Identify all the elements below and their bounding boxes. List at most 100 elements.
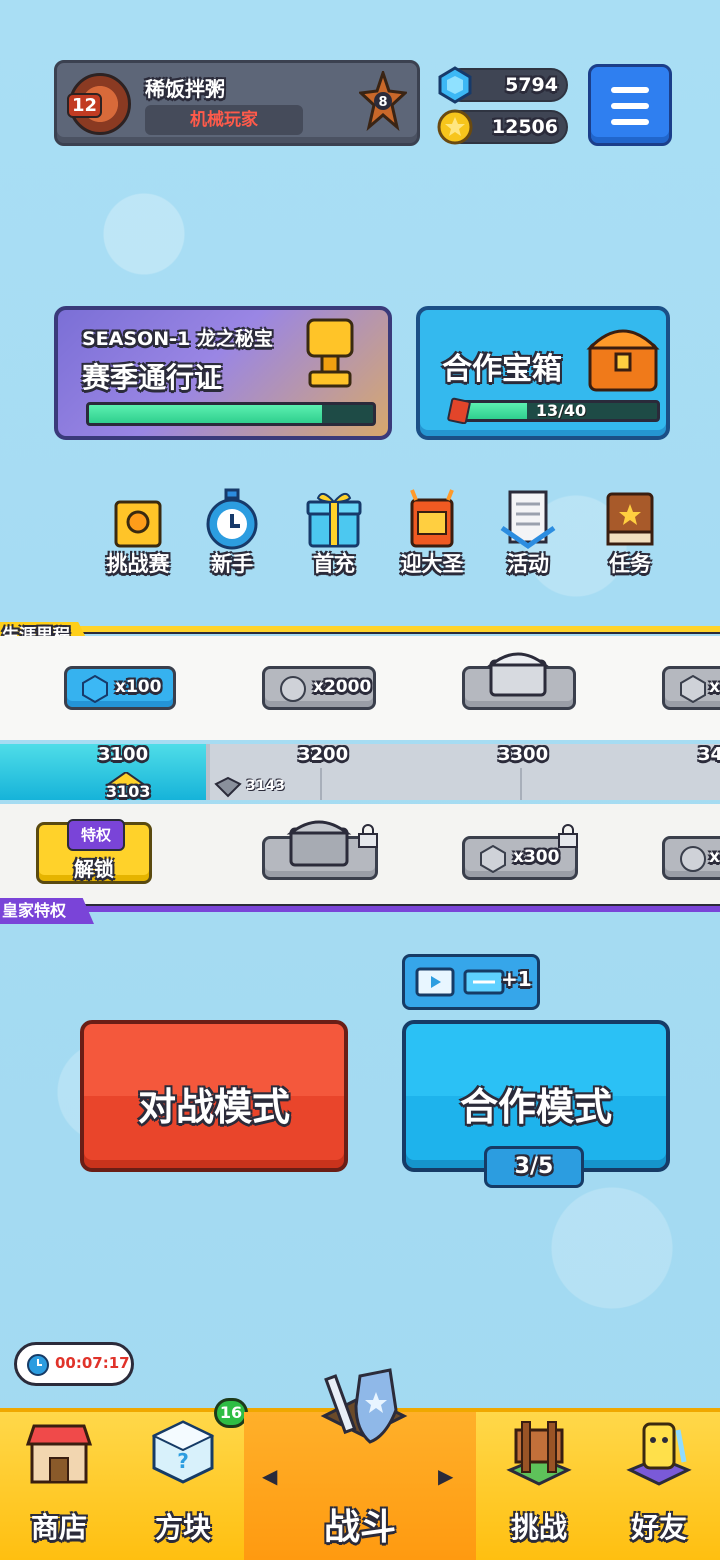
shop-icon xyxy=(25,1424,93,1484)
quick-challenge-cup[interactable]: 挑战赛 xyxy=(98,488,178,578)
nav-challenge[interactable]: 挑战 xyxy=(480,1412,598,1560)
season-title: SEASON-1 龙之秘宝 xyxy=(82,328,273,350)
player-name: 稀饭拌粥 xyxy=(145,77,225,101)
reward-amount: x100 xyxy=(115,677,162,697)
season-pass-card[interactable]: SEASON-1 龙之秘宝 赛季通行证 xyxy=(54,306,392,440)
vip-track-label: 皇家特权 xyxy=(0,898,94,924)
ticket-icon xyxy=(463,969,505,995)
shop-refresh-timer: 00:07:17 xyxy=(14,1342,134,1386)
gem-count: 5794 xyxy=(505,74,558,96)
battle-mode-button[interactable]: 对战模式 xyxy=(80,1020,348,1172)
blocks-notification-badge: 16 xyxy=(214,1398,248,1428)
main-menu-button[interactable] xyxy=(588,64,672,146)
stopwatch-icon xyxy=(27,1354,49,1376)
nav-label: 挑战 xyxy=(510,1511,567,1544)
season-subtitle: 赛季通行证 xyxy=(82,361,223,394)
quick-newbie[interactable]: 新手 xyxy=(192,488,272,578)
coop-chest-progress-bar: 13/40 xyxy=(462,400,660,422)
career-reward-gems-2[interactable]: x xyxy=(662,666,720,710)
newspaper-icon xyxy=(500,490,556,550)
sword-shield-icon xyxy=(320,1368,408,1444)
coin-counter[interactable]: 12506 xyxy=(437,109,568,145)
rank-star-icon[interactable]: 8 xyxy=(359,71,407,131)
progress-tick: 34 xyxy=(698,744,720,765)
reward-amount: x xyxy=(709,677,720,697)
quick-label: 新手 xyxy=(211,552,253,576)
vip-track-footer xyxy=(0,904,720,912)
progress-tick: 3200 xyxy=(298,744,349,765)
career-track-header xyxy=(0,626,720,634)
quick-monkey-king[interactable]: 迎大圣 xyxy=(392,488,472,578)
trophy-block-icon xyxy=(114,500,162,548)
timer-value: 00:07:17 xyxy=(55,1354,130,1372)
coop-chest-count: 13/40 xyxy=(535,401,587,420)
nav-label: 方块 xyxy=(154,1511,211,1544)
nav-label: 好友 xyxy=(630,1511,687,1544)
lock-icon xyxy=(358,824,378,848)
quick-first-recharge[interactable]: 首充 xyxy=(294,488,374,578)
gem-counter[interactable]: 5794 xyxy=(438,66,568,104)
reward-amount: x300 xyxy=(513,847,560,867)
quick-events[interactable]: 活动 xyxy=(488,488,568,578)
lock-icon xyxy=(558,824,578,848)
nav-blocks[interactable]: ? 方块 xyxy=(124,1412,242,1560)
menu-line-icon xyxy=(611,103,649,109)
nav-shop[interactable]: 商店 xyxy=(0,1412,118,1560)
gem-icon xyxy=(480,845,506,873)
nav-left-arrow-icon[interactable]: ◀ xyxy=(262,1464,277,1488)
signboard-icon xyxy=(506,1421,572,1486)
gem-icon xyxy=(82,675,108,703)
coin-icon xyxy=(437,109,473,145)
career-reward-chest[interactable] xyxy=(462,652,576,710)
quick-label: 首充 xyxy=(313,552,355,576)
coop-ticket-box[interactable]: +1 xyxy=(402,954,540,1010)
stopwatch-icon xyxy=(206,488,258,550)
rank-number: 8 xyxy=(378,95,387,110)
menu-line-icon xyxy=(611,87,649,93)
nav-friends[interactable]: 好友 xyxy=(600,1412,718,1560)
season-progress-bar xyxy=(86,402,376,426)
friends-character-icon xyxy=(626,1422,692,1486)
next-marker-score: 3143 xyxy=(246,778,285,794)
svg-text:?: ? xyxy=(177,1449,189,1473)
career-reward-coins[interactable]: x2000 xyxy=(262,666,376,710)
card-icon xyxy=(447,397,471,424)
treasure-chest-icon xyxy=(586,329,660,392)
season-progress-fill xyxy=(89,405,322,423)
nav-label: 战斗 xyxy=(323,1507,396,1548)
quick-label: 活动 xyxy=(507,552,549,576)
coop-mode-label: 合作模式 xyxy=(459,1085,612,1129)
monkey-king-icon xyxy=(410,489,454,548)
mystery-block-icon: ? xyxy=(151,1420,215,1484)
coin-count: 12506 xyxy=(491,116,558,138)
quick-label: 挑战赛 xyxy=(106,552,170,576)
coop-chest-title: 合作宝箱 xyxy=(442,352,562,387)
career-reward-gems[interactable]: x100 xyxy=(64,666,176,710)
iron-chest-icon xyxy=(286,820,352,867)
vip-unlock-button[interactable]: 特权 解锁 xyxy=(36,819,152,884)
ticket-plus-count: +1 xyxy=(501,967,532,991)
profile-panel[interactable]: 12 稀饭拌粥 机械玩家 8 xyxy=(54,60,420,146)
progress-divider xyxy=(206,744,210,800)
gift-box-icon xyxy=(306,492,362,548)
progress-tick-line xyxy=(520,768,522,800)
silver-chest-icon xyxy=(486,652,550,697)
nav-right-arrow-icon[interactable]: ▶ xyxy=(438,1464,453,1488)
vip-privilege-badge: 特权 xyxy=(67,819,125,851)
gem-icon xyxy=(438,66,472,104)
video-film-icon xyxy=(415,967,455,997)
trophy-icon xyxy=(306,318,354,388)
coin-icon xyxy=(680,846,706,872)
battle-mode-label: 对战模式 xyxy=(137,1085,290,1129)
vip-unlock-label: 解锁 xyxy=(74,857,114,881)
menu-line-icon xyxy=(611,119,649,125)
quick-label: 迎大圣 xyxy=(400,552,464,576)
player-title: 机械玩家 xyxy=(145,105,303,135)
coin-icon xyxy=(280,676,306,702)
vip-reward-coins[interactable]: x xyxy=(662,836,720,880)
quick-quests[interactable]: 任务 xyxy=(590,488,670,578)
reward-amount: x2000 xyxy=(313,677,372,697)
next-marker-icon xyxy=(214,776,242,798)
progress-tick: 3100 xyxy=(98,744,149,765)
coop-chest-card[interactable]: 合作宝箱 13/40 xyxy=(416,306,670,440)
